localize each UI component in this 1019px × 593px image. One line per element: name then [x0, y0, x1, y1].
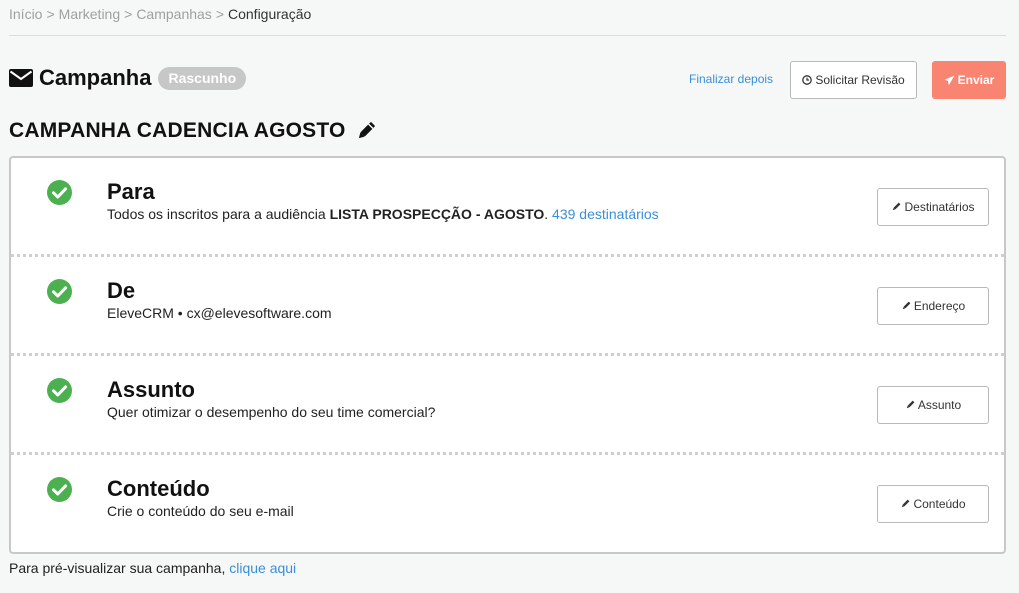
- breadcrumb-item-campanhas[interactable]: Campanhas: [136, 6, 212, 22]
- breadcrumb-separator: >: [124, 6, 133, 22]
- edit-subject-button[interactable]: Assunto: [877, 386, 989, 424]
- section-description: Quer otimizar o desempenho do seu time c…: [107, 404, 436, 420]
- edit-recipients-label: Destinatários: [904, 200, 975, 214]
- campaign-name-text: CAMPANHA CADENCIA AGOSTO: [9, 119, 346, 142]
- audience-prefix: Todos os inscritos para a audiência: [107, 206, 330, 222]
- edit-name-pencil-icon[interactable]: [355, 120, 377, 142]
- section-description: Todos os inscritos para a audiência LIST…: [107, 206, 659, 222]
- section-de: De EleveCRM • cx@elevesoftware.com Ender…: [11, 257, 1004, 356]
- page-title: Campanha: [39, 65, 152, 90]
- send-label: Enviar: [957, 73, 995, 87]
- section-title: De: [107, 278, 136, 303]
- edit-subject-label: Assunto: [917, 398, 962, 412]
- preview-link[interactable]: clique aqui: [229, 560, 296, 576]
- edit-content-label: Conteúdo: [913, 497, 966, 511]
- page-header: Campanha Rascunho: [9, 62, 247, 94]
- clock-icon: [802, 75, 813, 85]
- pencil-icon: [901, 301, 911, 311]
- breadcrumb-item-inicio[interactable]: Início: [9, 6, 42, 22]
- recipients-link[interactable]: 439 destinatários: [552, 206, 659, 222]
- breadcrumb-item-marketing[interactable]: Marketing: [59, 6, 120, 22]
- check-circle-icon: [47, 279, 72, 304]
- section-conteudo: Conteúdo Crie o conteúdo do seu e-mail C…: [11, 455, 1004, 554]
- check-circle-icon: [47, 378, 72, 403]
- pencil-icon: [900, 499, 910, 509]
- status-badge: Rascunho: [158, 66, 247, 90]
- section-title: Conteúdo: [107, 476, 210, 501]
- campaign-name: CAMPANHA CADENCIA AGOSTO: [9, 119, 377, 143]
- preview-hint: Para pré-visualizar sua campanha, clique…: [9, 560, 296, 576]
- preview-hint-text: Para pré-visualizar sua campanha,: [9, 560, 230, 576]
- pencil-icon: [905, 400, 915, 410]
- edit-address-label: Endereço: [913, 299, 966, 313]
- edit-recipients-button[interactable]: Destinatários: [877, 188, 989, 226]
- breadcrumb: Início > Marketing > Campanhas > Configuração: [9, 6, 311, 22]
- pencil-icon: [891, 202, 901, 212]
- request-review-label: Solicitar Revisão: [815, 73, 905, 87]
- breadcrumb-current: Configuração: [228, 6, 312, 22]
- section-para: Para Todos os inscritos para a audiência…: [11, 158, 1004, 257]
- divider: [9, 35, 1006, 36]
- check-circle-icon: [47, 180, 72, 205]
- check-circle-icon: [47, 477, 72, 502]
- finalize-later-link[interactable]: Finalizar depois: [689, 72, 773, 86]
- breadcrumb-separator: >: [215, 6, 224, 22]
- section-description: EleveCRM • cx@elevesoftware.com: [107, 305, 332, 321]
- section-title: Para: [107, 179, 155, 204]
- edit-address-button[interactable]: Endereço: [877, 287, 989, 325]
- edit-content-button[interactable]: Conteúdo: [877, 485, 989, 523]
- section-assunto: Assunto Quer otimizar o desempenho do se…: [11, 356, 1004, 455]
- campaign-setup-card: Para Todos os inscritos para a audiência…: [9, 156, 1006, 554]
- section-description: Crie o conteúdo do seu e-mail: [107, 503, 294, 519]
- section-title: Assunto: [107, 377, 195, 402]
- audience-name: LISTA PROSPECÇÃO - AGOSTO: [329, 206, 545, 222]
- envelope-icon: [9, 69, 33, 87]
- paper-plane-icon: [944, 75, 955, 86]
- send-button[interactable]: Enviar: [932, 61, 1006, 99]
- audience-separator: .: [544, 206, 553, 222]
- request-review-button[interactable]: Solicitar Revisão: [790, 61, 917, 99]
- breadcrumb-separator: >: [46, 6, 55, 22]
